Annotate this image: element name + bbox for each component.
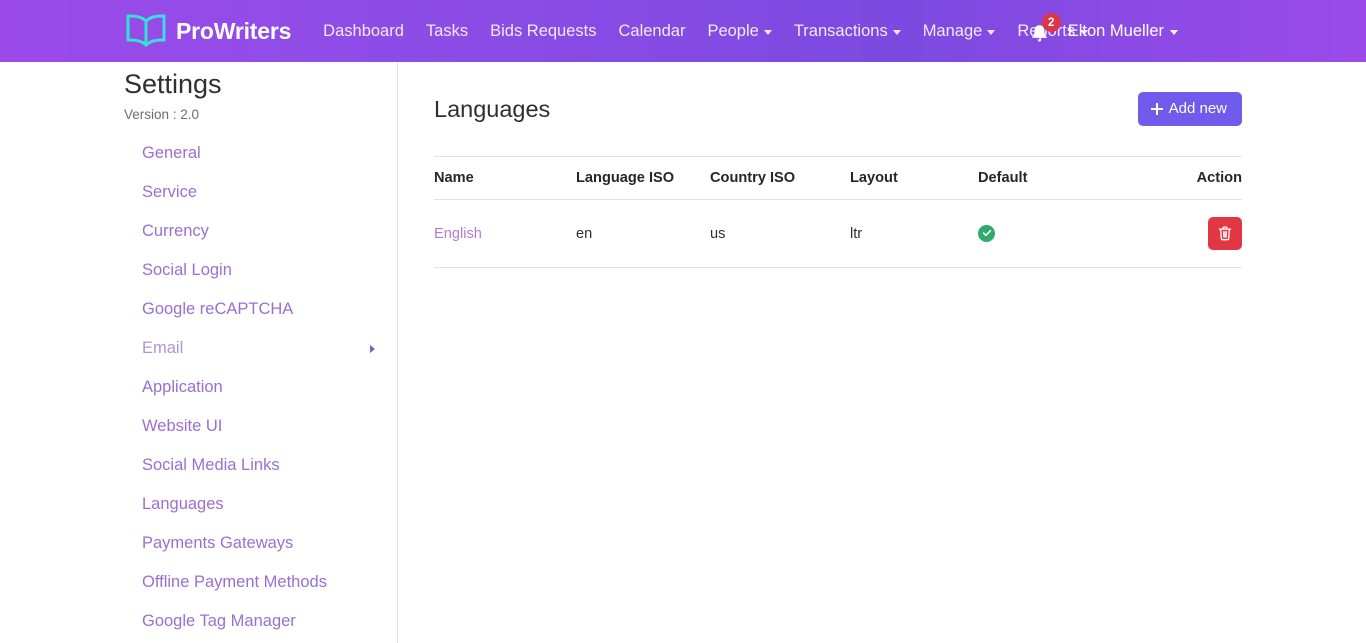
- sidebar-item-email[interactable]: Email: [124, 330, 397, 369]
- nav-label: Tasks: [425, 21, 469, 40]
- settings-sidebar: Settings Version : 2.0 General Service C…: [124, 62, 398, 643]
- nav-link-people[interactable]: People: [696, 14, 782, 49]
- nav-link-manage[interactable]: Manage: [912, 14, 1007, 49]
- page-title: Settings: [124, 69, 222, 99]
- sidebar-item-social-login[interactable]: Social Login: [124, 252, 397, 291]
- sidebar-item-label: Google reCAPTCHA: [142, 300, 294, 319]
- sidebar-item-application[interactable]: Application: [124, 369, 397, 408]
- sidebar-item-label: Currency: [142, 222, 209, 241]
- nav-label: Manage: [922, 21, 983, 40]
- version-label: Version : 2.0: [124, 106, 200, 122]
- chevron-down-icon: [1170, 29, 1178, 35]
- sidebar-item-service[interactable]: Service: [124, 174, 397, 213]
- column-header-default: Default: [978, 156, 1138, 200]
- navbar-right-section: 2 Elton Mueller: [1022, 0, 1366, 62]
- nav-link-transactions[interactable]: Transactions: [783, 14, 912, 49]
- notifications-button[interactable]: 2: [1022, 11, 1061, 51]
- column-header-language-iso: Language ISO: [576, 156, 710, 200]
- sidebar-item-label: Offline Payment Methods: [142, 573, 327, 592]
- column-header-action: Action: [1138, 156, 1242, 200]
- cell-action: [1138, 199, 1242, 268]
- nav-label: Dashboard: [323, 21, 404, 40]
- sidebar-item-label: General: [142, 144, 201, 163]
- add-new-button[interactable]: Add new: [1137, 91, 1242, 127]
- chevron-down-icon: [987, 29, 996, 35]
- settings-nav-list: General Service Currency Social Login Go…: [124, 135, 397, 642]
- sidebar-item-google-tag-manager[interactable]: Google Tag Manager: [124, 603, 397, 642]
- chevron-down-icon: [892, 29, 901, 35]
- column-header-name: Name: [434, 156, 576, 200]
- chevron-down-icon: [763, 29, 772, 35]
- sidebar-item-offline-payment-methods[interactable]: Offline Payment Methods: [124, 564, 397, 603]
- sidebar-item-label: Social Login: [142, 261, 232, 280]
- nav-link-bids-requests[interactable]: Bids Requests: [479, 14, 607, 49]
- column-header-country-iso: Country ISO: [710, 156, 850, 200]
- cell-country-iso: us: [710, 199, 850, 268]
- main-content: Languages Add new Name Language ISO Coun…: [434, 62, 1242, 268]
- sidebar-item-label: Social Media Links: [142, 456, 280, 475]
- top-navbar: ProWriters Dashboard Tasks Bids Requests…: [0, 0, 1366, 62]
- table-body: English en us ltr: [434, 199, 1242, 268]
- table-header: Name Language ISO Country ISO Layout Def…: [434, 156, 1242, 200]
- nav-label: Transactions: [793, 21, 888, 40]
- primary-nav: Dashboard Tasks Bids Requests Calendar P…: [312, 14, 1099, 49]
- sidebar-item-label: Email: [142, 339, 184, 358]
- brand-name: ProWriters: [176, 17, 292, 44]
- sidebar-item-languages[interactable]: Languages: [124, 486, 397, 525]
- page-body: Settings Version : 2.0 General Service C…: [0, 62, 1366, 643]
- nav-label: People: [707, 21, 759, 40]
- brand-logo[interactable]: ProWriters: [124, 14, 291, 48]
- nav-link-tasks[interactable]: Tasks: [415, 14, 479, 49]
- delete-button[interactable]: [1208, 217, 1242, 250]
- notification-badge: 2: [1041, 13, 1061, 32]
- user-menu[interactable]: Elton Mueller: [1058, 14, 1188, 49]
- languages-table: Name Language ISO Country ISO Layout Def…: [434, 156, 1242, 268]
- chevron-right-icon: [370, 345, 375, 354]
- column-header-layout: Layout: [850, 156, 978, 200]
- sidebar-item-label: Languages: [142, 495, 224, 514]
- sidebar-item-google-recaptcha[interactable]: Google reCAPTCHA: [124, 291, 397, 330]
- user-name: Elton Mueller: [1067, 21, 1164, 40]
- nav-label: Calendar: [618, 21, 686, 40]
- nav-label: Bids Requests: [490, 21, 597, 40]
- plus-icon: [1150, 103, 1163, 115]
- sidebar-item-social-media-links[interactable]: Social Media Links: [124, 447, 397, 486]
- nav-link-dashboard[interactable]: Dashboard: [312, 14, 415, 49]
- sidebar-item-website-ui[interactable]: Website UI: [124, 408, 397, 447]
- cell-language-iso: en: [576, 199, 710, 268]
- sidebar-item-currency[interactable]: Currency: [124, 213, 397, 252]
- open-book-icon: [124, 14, 168, 48]
- cell-default: [978, 199, 1138, 268]
- nav-link-calendar[interactable]: Calendar: [607, 14, 696, 49]
- sidebar-item-label: Payments Gateways: [142, 534, 294, 553]
- sidebar-item-payments-gateways[interactable]: Payments Gateways: [124, 525, 397, 564]
- sidebar-item-general[interactable]: General: [124, 135, 397, 174]
- sidebar-item-label: Service: [142, 183, 198, 202]
- add-new-label: Add new: [1168, 99, 1227, 117]
- table-header-row: Name Language ISO Country ISO Layout Def…: [434, 156, 1242, 200]
- default-check-icon: [978, 224, 995, 242]
- sidebar-item-label: Application: [142, 378, 223, 397]
- sidebar-item-label: Google Tag Manager: [142, 612, 296, 631]
- cell-name: English: [434, 199, 576, 268]
- cell-layout: ltr: [850, 199, 978, 268]
- table-row: English en us ltr: [434, 199, 1242, 268]
- sidebar-item-label: Website UI: [142, 417, 223, 436]
- language-link-english[interactable]: English: [434, 226, 482, 242]
- section-title: Languages: [434, 95, 551, 122]
- content-header: Languages Add new: [434, 76, 1242, 142]
- trash-icon: [1218, 226, 1232, 241]
